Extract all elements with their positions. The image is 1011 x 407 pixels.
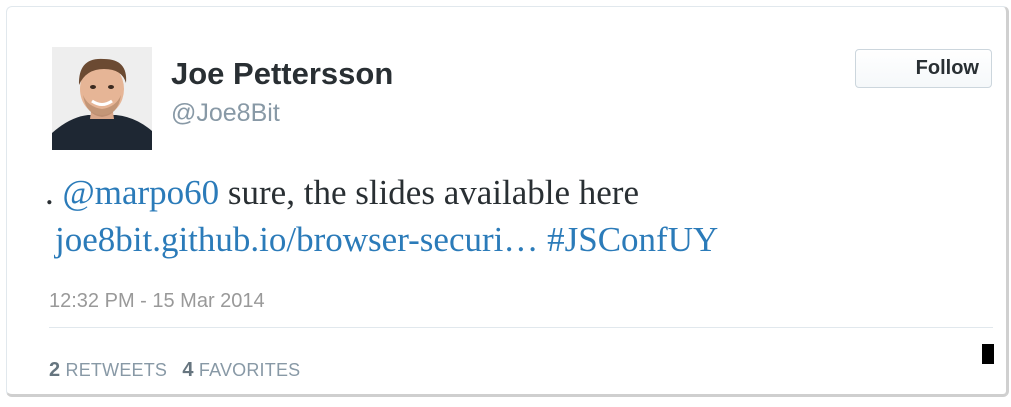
tweet-body: sure, the slides available here <box>219 173 639 212</box>
hashtag-link[interactable]: #JSConfUY <box>547 220 718 259</box>
tweet-lead: . <box>45 173 63 212</box>
tweet-timestamp[interactable]: 12:32 PM - 15 Mar 2014 <box>49 290 265 313</box>
tweet-card: Joe Pettersson @Joe8Bit Follow . @marpo6… <box>6 6 1009 397</box>
black-marker <box>982 344 994 364</box>
favorites-label[interactable]: FAVORITES <box>199 360 301 380</box>
author-name[interactable]: Joe Pettersson <box>171 56 393 92</box>
user-avatar-icon <box>52 47 152 150</box>
follow-button[interactable]: Follow <box>855 49 992 88</box>
divider <box>49 327 993 328</box>
retweets-label[interactable]: RETWEETS <box>66 360 168 380</box>
author-handle[interactable]: @Joe8Bit <box>171 98 280 128</box>
favorites-count[interactable]: 4 <box>182 359 193 381</box>
url-link[interactable]: joe8bit.github.io/browser-securi… <box>55 220 538 259</box>
tweet-text: . @marpo60 sure, the slides available he… <box>45 169 975 263</box>
tweet-stats: 2 RETWEETS 4 FAVORITES <box>49 359 300 382</box>
avatar[interactable] <box>52 47 152 150</box>
mention-link[interactable]: @marpo60 <box>63 173 220 212</box>
retweets-count[interactable]: 2 <box>49 359 60 381</box>
follow-button-label: Follow <box>915 57 979 79</box>
